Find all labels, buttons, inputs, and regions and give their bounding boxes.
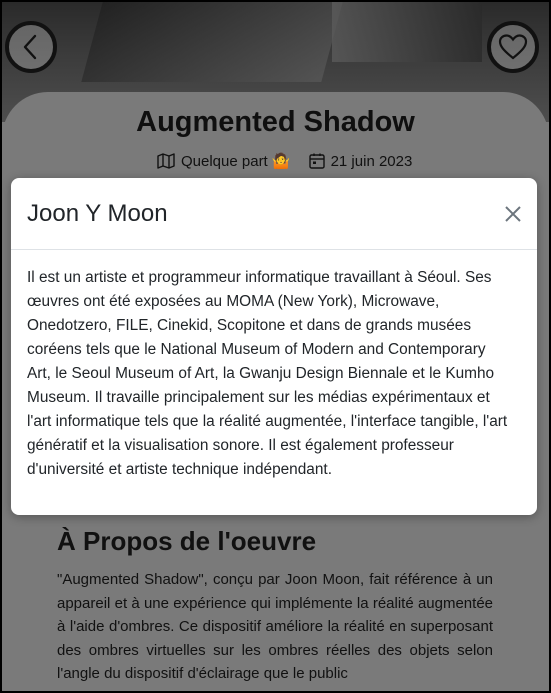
- artist-modal: Joon Y Moon Il est un artiste et program…: [11, 178, 537, 515]
- modal-title: Joon Y Moon: [27, 200, 168, 227]
- close-button[interactable]: [501, 202, 525, 226]
- close-icon: [505, 206, 521, 222]
- app-frame: Augmented Shadow Quelque part 🤷 21 juin …: [2, 2, 549, 691]
- modal-body: Il est un artiste et programmeur informa…: [27, 269, 508, 478]
- modal-header: Joon Y Moon: [11, 178, 537, 250]
